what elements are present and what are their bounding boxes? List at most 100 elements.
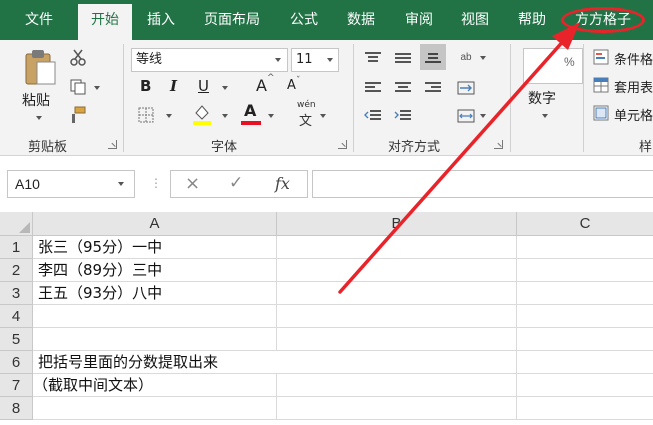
tab-file[interactable]: 文件 — [25, 0, 53, 40]
cell-a5[interactable] — [33, 328, 277, 351]
cell-b4[interactable] — [277, 305, 517, 328]
row-header[interactable]: 6 — [0, 351, 33, 374]
alignment-launcher-icon[interactable] — [494, 140, 503, 149]
font-color-dropdown-icon[interactable] — [268, 114, 274, 118]
borders-icon[interactable] — [137, 106, 155, 124]
align-left-icon[interactable] — [362, 78, 384, 98]
cut-icon[interactable] — [67, 46, 89, 68]
italic-button[interactable]: I — [170, 77, 177, 95]
column-header-a[interactable]: A — [33, 212, 277, 236]
cell-c6[interactable] — [517, 351, 653, 374]
cell-b2[interactable] — [277, 259, 517, 282]
cell-b6[interactable] — [277, 351, 517, 374]
row-header[interactable]: 7 — [0, 374, 33, 397]
paste-dropdown-icon[interactable] — [36, 116, 42, 120]
cell-b7[interactable] — [277, 374, 517, 397]
cell-a2[interactable]: 李四（89分）三中 — [33, 259, 277, 282]
row-header[interactable]: 2 — [0, 259, 33, 282]
cell-c2[interactable] — [517, 259, 653, 282]
format-painter-icon[interactable] — [67, 104, 89, 126]
align-right-icon[interactable] — [422, 78, 444, 98]
cell-b8[interactable] — [277, 397, 517, 420]
column-header-c[interactable]: C — [517, 212, 653, 236]
cell-a3[interactable]: 王五（93分）八中 — [33, 282, 277, 305]
conditional-format-icon[interactable] — [592, 48, 610, 66]
text-orientation-icon[interactable]: ab — [455, 46, 477, 68]
column-header-b[interactable]: B — [277, 212, 517, 236]
copy-icon[interactable] — [67, 76, 89, 98]
row-header[interactable]: 8 — [0, 397, 33, 420]
number-format-button[interactable]: 数字 — [528, 88, 556, 108]
tab-help[interactable]: 帮助 — [518, 0, 546, 40]
font-launcher-icon[interactable] — [338, 140, 347, 149]
tab-home[interactable]: 开始 — [78, 4, 132, 40]
cell-a8[interactable] — [33, 397, 277, 420]
tab-view[interactable]: 视图 — [461, 0, 489, 40]
row-header[interactable]: 4 — [0, 305, 33, 328]
cell-styles-icon[interactable] — [592, 104, 610, 122]
fill-color-icon[interactable] — [191, 102, 213, 126]
cell-a4[interactable] — [33, 305, 277, 328]
tab-insert[interactable]: 插入 — [147, 0, 175, 40]
format-as-table-button[interactable]: 套用表 — [614, 77, 653, 96]
cell-c3[interactable] — [517, 282, 653, 305]
name-box[interactable]: A10 — [7, 170, 135, 198]
cell-c1[interactable] — [517, 236, 653, 259]
increase-indent-icon[interactable] — [392, 106, 414, 126]
decrease-indent-icon[interactable] — [362, 106, 384, 126]
cell-a6[interactable]: 把括号里面的分数提取出来 — [33, 351, 277, 374]
align-bottom-icon[interactable] — [420, 44, 446, 70]
decrease-font-button[interactable]: A — [287, 78, 296, 93]
align-center-icon[interactable] — [392, 78, 414, 98]
cell-c7[interactable] — [517, 374, 653, 397]
wrap-text-icon[interactable] — [455, 78, 477, 98]
paste-button[interactable]: 粘贴 — [22, 90, 50, 110]
align-top-icon[interactable] — [362, 48, 384, 68]
number-format-icon[interactable]: % — [523, 48, 583, 84]
number-format-dropdown-icon[interactable] — [542, 114, 548, 118]
underline-dropdown-icon[interactable] — [222, 86, 228, 90]
fill-color-dropdown-icon[interactable] — [222, 114, 228, 118]
cell-c8[interactable] — [517, 397, 653, 420]
cell-a1[interactable]: 张三（95分）一中 — [33, 236, 277, 259]
name-box-dropdown-icon[interactable] — [118, 182, 124, 186]
borders-dropdown-icon[interactable] — [166, 114, 172, 118]
cell-styles-button[interactable]: 单元格 — [614, 105, 653, 124]
text-orientation-dropdown-icon[interactable] — [480, 56, 486, 60]
clipboard-launcher-icon[interactable] — [108, 140, 117, 149]
paste-icon[interactable] — [20, 48, 60, 88]
font-name-combobox[interactable]: 等线 — [131, 48, 288, 72]
cancel-entry-button[interactable]: × — [185, 173, 200, 194]
conditional-format-button[interactable]: 条件格 — [614, 49, 653, 68]
phonetic-dropdown-icon[interactable] — [320, 114, 326, 118]
formula-input[interactable] — [312, 170, 653, 198]
increase-font-button[interactable]: A — [256, 76, 267, 95]
font-size-dropdown-icon[interactable] — [323, 48, 339, 72]
tab-formulas[interactable]: 公式 — [290, 0, 318, 40]
tab-data[interactable]: 数据 — [347, 0, 375, 40]
merge-center-icon[interactable] — [455, 106, 477, 126]
cell-c5[interactable] — [517, 328, 653, 351]
phonetic-guide-button[interactable]: wén — [297, 100, 316, 110]
align-middle-icon[interactable] — [392, 48, 414, 68]
cell-b5[interactable] — [277, 328, 517, 351]
insert-function-button[interactable]: fx — [275, 174, 290, 193]
format-as-table-icon[interactable] — [592, 76, 610, 94]
row-header[interactable]: 1 — [0, 236, 33, 259]
bold-button[interactable]: B — [140, 77, 151, 95]
cell-a7[interactable]: （截取中间文本） — [33, 374, 277, 397]
cell-b1[interactable] — [277, 236, 517, 259]
select-all-button[interactable] — [0, 212, 33, 236]
cell-b3[interactable] — [277, 282, 517, 305]
tab-review[interactable]: 审阅 — [405, 0, 433, 40]
font-name-dropdown-icon[interactable] — [270, 48, 288, 72]
row-header[interactable]: 5 — [0, 328, 33, 351]
enter-entry-button[interactable]: ✓ — [229, 173, 243, 193]
copy-dropdown-icon[interactable] — [94, 86, 100, 90]
row-header[interactable]: 3 — [0, 282, 33, 305]
tab-page-layout[interactable]: 页面布局 — [204, 0, 260, 40]
font-color-button[interactable]: A — [244, 101, 256, 120]
cell-c4[interactable] — [517, 305, 653, 328]
underline-button[interactable]: U — [198, 77, 209, 95]
merge-dropdown-icon[interactable] — [480, 114, 486, 118]
